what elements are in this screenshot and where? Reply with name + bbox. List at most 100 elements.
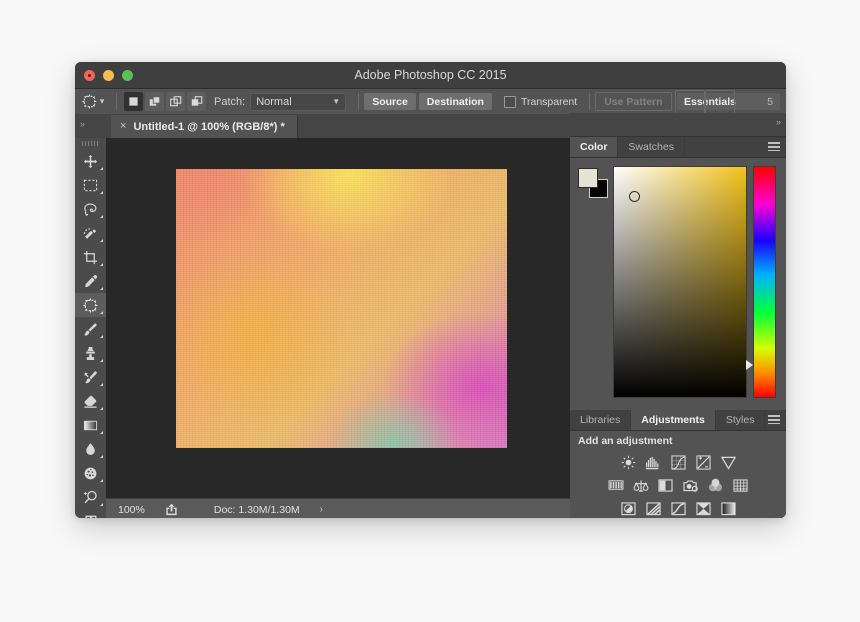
options-bar: ▾ Patch: Normal ▼ Source Destination Tra… xyxy=(75,89,786,115)
invert-icon[interactable] xyxy=(620,501,637,516)
tool-corner-marker xyxy=(100,503,103,506)
use-pattern-button: Use Pattern xyxy=(595,92,672,111)
patch-mode-value: Normal xyxy=(256,95,292,108)
screen: Adobe Photoshop CC 2015 ▾ Patch: Normal … xyxy=(0,0,860,622)
gradient-tool[interactable] xyxy=(75,413,106,437)
divider xyxy=(358,93,360,110)
quick-selection-tool[interactable] xyxy=(75,221,106,245)
tool-corner-marker xyxy=(100,287,103,290)
panel-menu-icon[interactable] xyxy=(768,142,780,151)
history-brush-tool[interactable] xyxy=(75,365,106,389)
adjustment-row-3 xyxy=(570,497,786,518)
tab-styles[interactable]: Styles xyxy=(715,410,766,430)
hue-slider-thumb[interactable] xyxy=(746,360,753,370)
title-bar: Adobe Photoshop CC 2015 xyxy=(75,62,786,89)
patch-mode-select[interactable]: Normal ▼ xyxy=(250,92,347,111)
new-selection-button[interactable] xyxy=(124,92,143,111)
destination-button[interactable]: Destination xyxy=(418,93,492,110)
brightness-contrast-icon[interactable] xyxy=(620,455,637,470)
document-tab-label: Untitled-1 @ 100% (RGB/8*) * xyxy=(133,120,285,133)
chevron-down-icon: ▼ xyxy=(332,97,341,106)
crop-tool[interactable] xyxy=(75,245,106,269)
posterize-icon[interactable] xyxy=(645,501,662,516)
color-lookup-icon[interactable] xyxy=(732,478,749,493)
lasso-tool[interactable] xyxy=(75,197,106,221)
selective-color-icon[interactable] xyxy=(695,501,712,516)
tool-corner-marker xyxy=(100,479,103,482)
status-expand-icon[interactable]: › xyxy=(320,504,323,515)
color-picker-marker[interactable] xyxy=(629,191,640,202)
photo-filter-icon[interactable] xyxy=(682,478,699,493)
adjustment-icon-grid xyxy=(570,451,786,518)
grain-texture xyxy=(176,169,507,448)
transparent-checkbox[interactable]: Transparent xyxy=(503,95,577,108)
foreground-color-swatch[interactable] xyxy=(578,168,598,188)
panel-menu-icon[interactable] xyxy=(768,415,780,424)
tab-swatches[interactable]: Swatches xyxy=(618,137,685,157)
eraser-tool[interactable] xyxy=(75,389,106,413)
workspace-badge: 5 xyxy=(767,95,773,108)
panel-grip[interactable] xyxy=(82,141,99,146)
selection-mode-group xyxy=(124,92,206,111)
tool-corner-marker xyxy=(100,407,103,410)
divider xyxy=(589,93,591,110)
active-tool-preview[interactable]: ▾ xyxy=(75,89,111,114)
panel-dock: » Color Swatches Libraries Adjustments S… xyxy=(570,113,786,518)
adjustments-panel: Add an adjustment xyxy=(570,431,786,518)
type-tool[interactable] xyxy=(75,509,106,518)
tool-corner-marker xyxy=(100,215,103,218)
channel-mixer-icon[interactable] xyxy=(707,478,724,493)
threshold-icon[interactable] xyxy=(670,501,687,516)
doc-size-info: Doc: 1.30M/1.30M xyxy=(213,503,300,516)
tab-libraries[interactable]: Libraries xyxy=(570,410,632,430)
close-icon[interactable]: × xyxy=(120,121,126,132)
rectangular-marquee-tool[interactable] xyxy=(75,173,106,197)
tool-preset-chevron-icon[interactable]: ▾ xyxy=(100,97,105,106)
vibrance-icon[interactable] xyxy=(720,455,737,470)
color-panel xyxy=(570,158,786,410)
tool-corner-marker xyxy=(100,191,103,194)
eyedropper-tool[interactable] xyxy=(75,269,106,293)
window-title: Adobe Photoshop CC 2015 xyxy=(354,68,507,82)
adjustments-heading: Add an adjustment xyxy=(578,435,673,447)
hue-saturation-icon[interactable] xyxy=(607,478,624,493)
dodge-tool[interactable] xyxy=(75,485,106,509)
zoom-level[interactable]: 100% xyxy=(118,504,145,516)
subtract-from-selection-button[interactable] xyxy=(166,92,185,111)
gradient-map-icon[interactable] xyxy=(720,501,737,516)
tool-corner-marker xyxy=(100,263,103,266)
tool-corner-marker xyxy=(100,335,103,338)
move-tool[interactable] xyxy=(75,149,106,173)
expand-panels-icon[interactable]: » xyxy=(776,117,781,127)
source-button[interactable]: Source xyxy=(364,93,416,110)
hue-slider[interactable] xyxy=(753,166,776,398)
patch-label: Patch: xyxy=(214,95,246,108)
black-white-icon[interactable] xyxy=(657,478,674,493)
saturation-value-field[interactable] xyxy=(613,166,747,398)
gradient-artwork[interactable] xyxy=(176,169,507,448)
curves-icon[interactable] xyxy=(670,455,687,470)
share-icon[interactable] xyxy=(165,503,178,516)
intersect-with-selection-button[interactable] xyxy=(187,92,206,111)
tool-corner-marker xyxy=(100,311,103,314)
sponge-tool[interactable] xyxy=(75,461,106,485)
document-tab[interactable]: × Untitled-1 @ 100% (RGB/8*) * xyxy=(111,115,298,138)
brush-tool[interactable] xyxy=(75,317,106,341)
exposure-icon[interactable] xyxy=(695,455,712,470)
tool-corner-marker xyxy=(100,383,103,386)
levels-icon[interactable] xyxy=(645,455,662,470)
tab-color[interactable]: Color xyxy=(570,137,619,157)
color-balance-icon[interactable] xyxy=(632,478,649,493)
tab-adjustments[interactable]: Adjustments xyxy=(631,410,716,430)
foreground-background-swatches xyxy=(578,168,608,198)
workspace-switcher[interactable]: Essentials 5 xyxy=(675,90,780,115)
blur-tool[interactable] xyxy=(75,437,106,461)
tool-corner-marker xyxy=(100,431,103,434)
collapse-toolbar-icon[interactable]: » xyxy=(80,119,85,129)
patch-tool[interactable] xyxy=(75,293,106,317)
add-to-selection-button[interactable] xyxy=(145,92,164,111)
adjustment-row-1 xyxy=(570,451,786,474)
clone-stamp-tool[interactable] xyxy=(75,341,106,365)
workspace-name: Essentials xyxy=(684,95,736,108)
checkbox-box xyxy=(503,95,516,108)
